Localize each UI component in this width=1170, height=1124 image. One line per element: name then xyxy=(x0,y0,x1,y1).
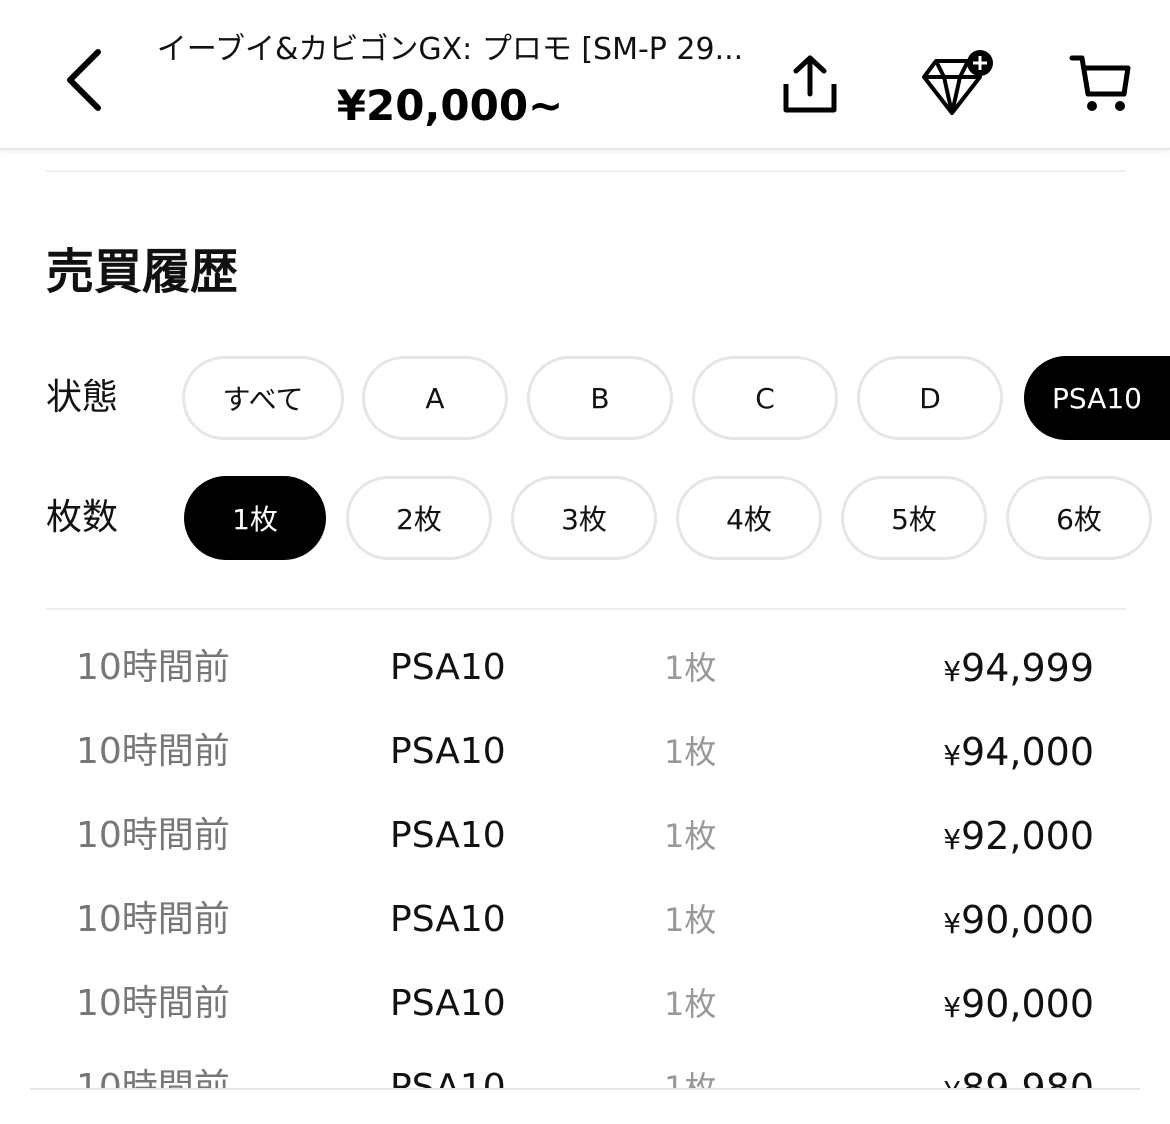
history-grade: PSA10 xyxy=(390,815,506,856)
count-chip-1[interactable]: 1枚 xyxy=(184,476,326,560)
history-grade: PSA10 xyxy=(390,1067,506,1090)
bottom-divider xyxy=(30,1088,1140,1090)
chevron-left-icon xyxy=(67,49,101,111)
divider xyxy=(46,608,1126,610)
section-title: 売買履歴 xyxy=(46,244,239,300)
history-quantity: 1枚 xyxy=(664,985,717,1023)
history-row: 10時間前 PSA10 1枚 ¥94,000 xyxy=(0,710,1170,794)
yen-symbol: ¥ xyxy=(943,907,962,940)
history-grade: PSA10 xyxy=(390,731,506,772)
product-price: ¥20,000~ xyxy=(336,81,564,130)
count-chip-2[interactable]: 2枚 xyxy=(346,476,492,560)
share-button[interactable] xyxy=(770,44,850,124)
history-price-value: 89,980 xyxy=(961,1066,1094,1090)
history-quantity: 1枚 xyxy=(664,1069,717,1090)
yen-symbol: ¥ xyxy=(943,655,962,688)
history-quantity: 1枚 xyxy=(664,649,717,687)
count-chip-5[interactable]: 5枚 xyxy=(841,476,987,560)
history-price: ¥90,000 xyxy=(943,896,1094,948)
state-chip-b[interactable]: B xyxy=(527,356,673,440)
add-to-wishlist-button[interactable] xyxy=(914,44,994,124)
product-title: イーブイ&カビゴンGX: プロモ [SM-P 29... xyxy=(156,32,744,67)
history-price: ¥90,000 xyxy=(943,980,1094,1032)
history-time: 10時間前 xyxy=(76,647,230,688)
back-button[interactable] xyxy=(52,40,116,120)
state-chip-all[interactable]: すべて xyxy=(182,356,344,440)
count-chip-6[interactable]: 6枚 xyxy=(1006,476,1152,560)
history-time: 10時間前 xyxy=(76,815,230,856)
history-row: 10時間前 PSA10 1枚 ¥90,000 xyxy=(0,962,1170,1046)
history-price-value: 94,999 xyxy=(961,646,1094,690)
history-grade: PSA10 xyxy=(390,899,506,940)
history-price-value: 94,000 xyxy=(961,730,1094,774)
state-chip-psa10[interactable]: PSA10 xyxy=(1024,356,1170,440)
state-chip-d[interactable]: D xyxy=(857,356,1003,440)
state-chip-c[interactable]: C xyxy=(692,356,838,440)
yen-symbol: ¥ xyxy=(943,739,962,772)
state-chip-a[interactable]: A xyxy=(362,356,508,440)
history-row: 10時間前 PSA10 1枚 ¥89,980 xyxy=(0,1046,1170,1090)
history-time: 10時間前 xyxy=(76,731,230,772)
cart-button[interactable] xyxy=(1060,44,1140,124)
history-price: ¥94,000 xyxy=(943,728,1094,780)
history-quantity: 1枚 xyxy=(664,817,717,855)
history-time: 10時間前 xyxy=(76,983,230,1024)
diamond-plus-icon xyxy=(922,50,993,115)
trade-history-list[interactable]: 10時間前 PSA10 1枚 ¥94,999 10時間前 PSA10 1枚 ¥9… xyxy=(0,626,1170,1090)
history-price-value: 90,000 xyxy=(961,982,1094,1026)
history-row: 10時間前 PSA10 1枚 ¥90,000 xyxy=(0,878,1170,962)
history-quantity: 1枚 xyxy=(664,733,717,771)
history-price: ¥92,000 xyxy=(943,812,1094,864)
cart-icon xyxy=(1069,55,1131,111)
page: イーブイ&カビゴンGX: プロモ [SM-P 29... ¥20,000~ 売買… xyxy=(0,0,1170,1124)
count-chip-4[interactable]: 4枚 xyxy=(676,476,822,560)
count-filter-label: 枚数 xyxy=(46,497,119,538)
history-row: 10時間前 PSA10 1枚 ¥92,000 xyxy=(0,794,1170,878)
history-price-value: 92,000 xyxy=(961,814,1094,858)
history-row: 10時間前 PSA10 1枚 ¥94,999 xyxy=(0,626,1170,710)
history-quantity: 1枚 xyxy=(664,901,717,939)
history-grade: PSA10 xyxy=(390,647,506,688)
history-time: 10時間前 xyxy=(76,1067,230,1090)
top-nav-bar: イーブイ&カビゴンGX: プロモ [SM-P 29... ¥20,000~ xyxy=(0,0,1170,150)
yen-symbol: ¥ xyxy=(943,991,962,1024)
state-filter-label: 状態 xyxy=(46,377,119,418)
history-price: ¥94,999 xyxy=(943,644,1094,696)
divider xyxy=(46,170,1126,172)
share-icon xyxy=(783,55,837,113)
history-grade: PSA10 xyxy=(390,983,506,1024)
yen-symbol: ¥ xyxy=(943,823,962,856)
history-price-value: 90,000 xyxy=(961,898,1094,942)
history-price: ¥89,980 xyxy=(943,1064,1094,1090)
history-time: 10時間前 xyxy=(76,899,230,940)
count-chip-3[interactable]: 3枚 xyxy=(511,476,657,560)
